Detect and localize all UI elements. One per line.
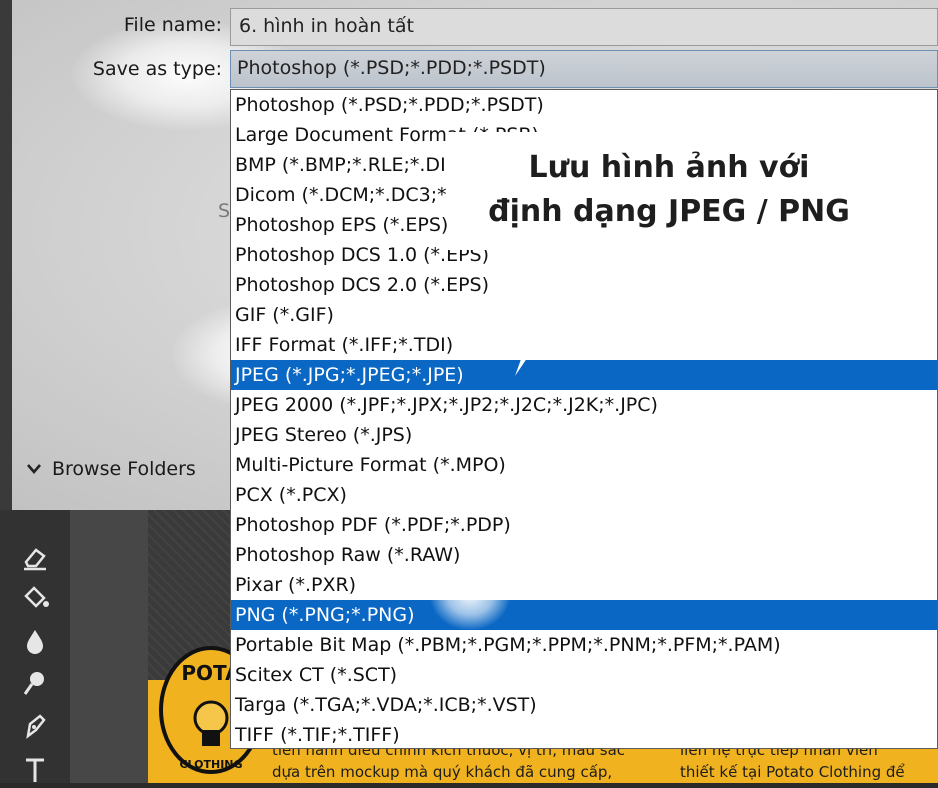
file-type-option[interactable]: Portable Bit Map (*.PBM;*.PGM;*.PPM;*.PN… [231, 630, 937, 660]
browse-folders-label: Browse Folders [52, 458, 196, 480]
file-type-option[interactable]: TIFF (*.TIF;*.TIFF) [231, 720, 937, 748]
save-as-type-label: Save as type: [92, 58, 222, 80]
file-type-option[interactable]: PCX (*.PCX) [231, 480, 937, 510]
filename-label: File name: [123, 14, 222, 36]
file-type-option[interactable]: Multi-Picture Format (*.MPO) [231, 450, 937, 480]
poster-text-right-2: thiết kế tại Potato Clothing để [680, 763, 905, 781]
poster-text-left-2: dựa trên mockup mà quý khách đã cung cấp… [272, 763, 613, 781]
callout-line-2: định dạng JPEG / PNG [488, 194, 850, 229]
file-type-option[interactable]: Photoshop (*.PSD;*.PDD;*.PSDT) [231, 90, 937, 120]
file-type-option[interactable]: Pixar (*.PXR) [231, 570, 937, 600]
file-type-option[interactable]: Photoshop Raw (*.RAW) [231, 540, 937, 570]
paint-bucket-icon[interactable] [16, 578, 54, 616]
file-type-option[interactable]: PNG (*.PNG;*.PNG) [231, 600, 937, 630]
svg-text:CLOTHING: CLOTHING [179, 758, 242, 771]
file-type-option[interactable]: Photoshop DCS 2.0 (*.EPS) [231, 270, 937, 300]
callout-line-1: Lưu hình ảnh với [528, 150, 810, 185]
file-type-option[interactable]: Targa (*.TGA;*.VDA;*.ICB;*.VST) [231, 690, 937, 720]
annotation-callout: Lưu hình ảnh với định dạng JPEG / PNG [447, 132, 891, 250]
browse-folders-toggle[interactable]: Browse Folders [26, 458, 196, 480]
file-type-option[interactable]: JPEG 2000 (*.JPF;*.JPX;*.JP2;*.J2C;*.J2K… [231, 390, 937, 420]
eraser-icon[interactable] [16, 538, 54, 576]
chevron-down-icon [27, 464, 41, 474]
dodge-icon[interactable] [16, 664, 54, 702]
type-icon[interactable] [16, 750, 54, 788]
tools-panel [0, 510, 70, 783]
file-type-option[interactable]: GIF (*.GIF) [231, 300, 937, 330]
file-type-option[interactable]: JPEG (*.JPG;*.JPEG;*.JPE) [231, 360, 937, 390]
save-as-type-select[interactable]: Photoshop (*.PSD;*.PDD;*.PSDT) [230, 50, 938, 88]
file-type-option[interactable]: JPEG Stereo (*.JPS) [231, 420, 937, 450]
obscured-label: S [218, 200, 231, 222]
pen-icon[interactable] [16, 706, 54, 744]
file-type-option[interactable]: IFF Format (*.IFF;*.TDI) [231, 330, 937, 360]
app-left-edge [0, 0, 12, 510]
file-type-option[interactable]: Scitex CT (*.SCT) [231, 660, 937, 690]
filename-input[interactable]: 6. hình in hoàn tất [230, 8, 938, 46]
file-type-option[interactable]: Photoshop PDF (*.PDF;*.PDP) [231, 510, 937, 540]
blur-drop-icon[interactable] [16, 622, 54, 660]
